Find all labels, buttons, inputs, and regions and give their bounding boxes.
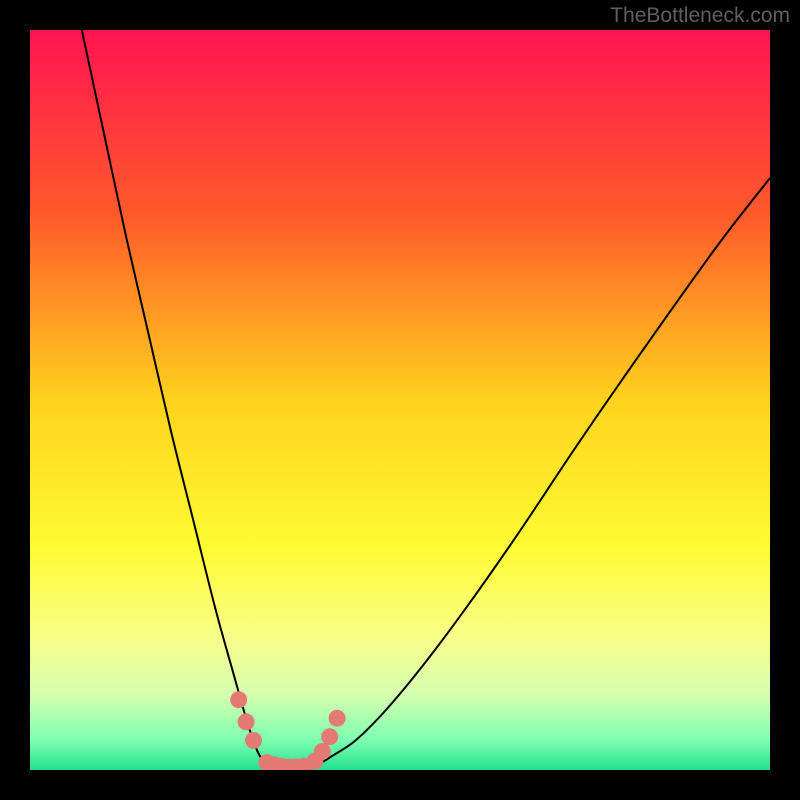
gradient-background (30, 30, 770, 770)
highlight-dot (329, 710, 346, 727)
highlight-dot (238, 713, 255, 730)
highlight-dot (230, 691, 247, 708)
plot-area (30, 30, 770, 770)
highlight-dot (314, 743, 331, 760)
highlight-dot (245, 732, 262, 749)
chart-svg (30, 30, 770, 770)
chart-container: TheBottleneck.com (0, 0, 800, 800)
highlight-dot (321, 728, 338, 745)
watermark-text: TheBottleneck.com (610, 4, 790, 28)
